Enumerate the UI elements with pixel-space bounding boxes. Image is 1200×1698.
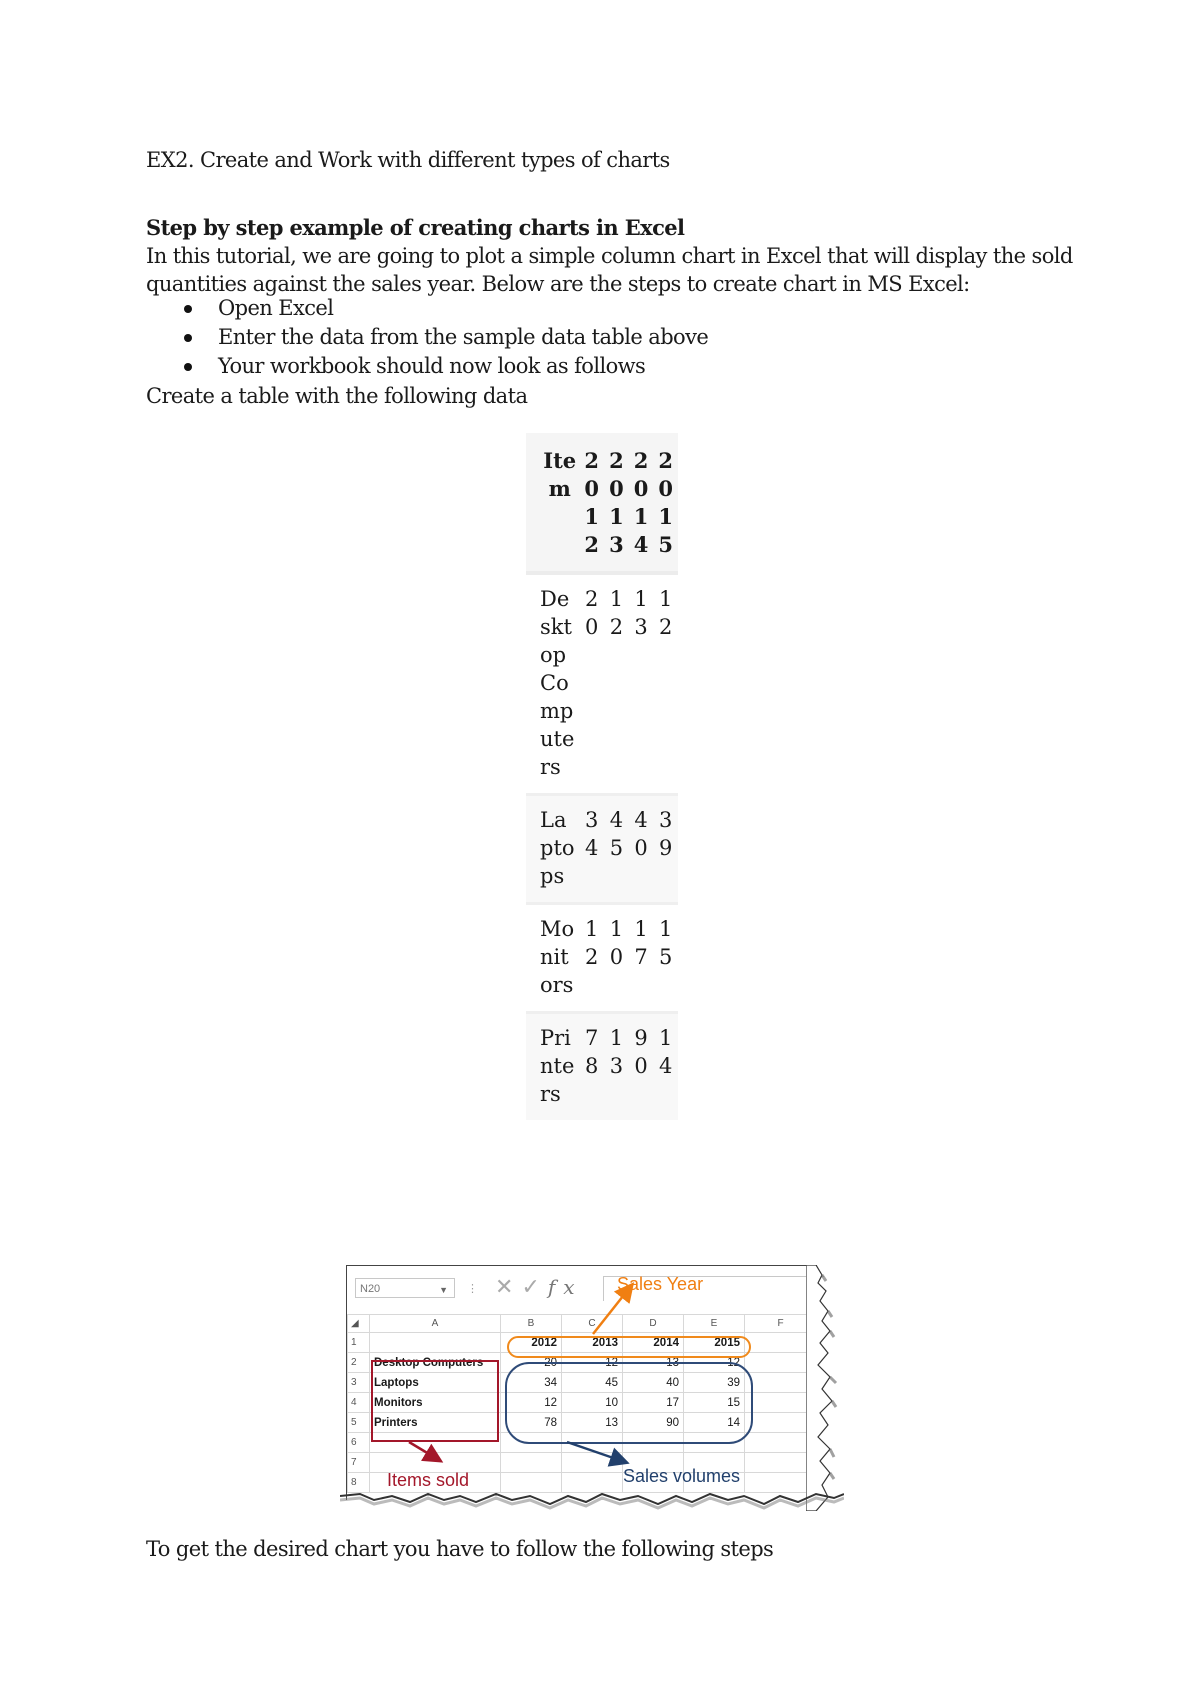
section-heading: Step by step example of creating charts … bbox=[146, 215, 685, 240]
list-item: Your workbook should now look as follows bbox=[146, 352, 708, 381]
sheet-cell bbox=[369, 1332, 501, 1353]
row-number: 1 bbox=[347, 1332, 370, 1353]
list-item: Open Excel bbox=[146, 294, 708, 323]
row-number: 3 bbox=[347, 1372, 370, 1393]
row-number: 5 bbox=[347, 1412, 370, 1433]
torn-edge-bottom bbox=[340, 1492, 844, 1510]
cancel-x-icon: ✕ bbox=[495, 1274, 522, 1299]
toolbar-separator-icon: ⋮ bbox=[467, 1283, 478, 1295]
document-title: EX2. Create and Work with different type… bbox=[146, 148, 670, 172]
cell-value: 13 bbox=[609, 1026, 624, 1078]
column-header: E bbox=[683, 1314, 745, 1333]
name-box-value: N20 bbox=[360, 1283, 381, 1295]
header-cell-item: Item bbox=[543, 448, 577, 501]
table-row: Laptops 34 45 40 39 bbox=[526, 796, 678, 905]
sheet-cell bbox=[561, 1452, 623, 1473]
cell-value: 45 bbox=[609, 808, 624, 860]
items-sold-label: Items sold bbox=[387, 1470, 470, 1490]
cell-value: 40 bbox=[634, 808, 648, 860]
torn-edge-right bbox=[806, 1265, 838, 1511]
list-item-text: Your workbook should now look as follows bbox=[218, 354, 646, 378]
cell-item: Desktop Computers bbox=[540, 587, 575, 779]
closing-paragraph: To get the desired chart you have to fol… bbox=[146, 1537, 774, 1561]
steps-list: Open Excel Enter the data from the sampl… bbox=[146, 294, 709, 381]
header-cell-year: 2015 bbox=[658, 448, 673, 557]
bullet-icon bbox=[184, 363, 192, 371]
column-header: B bbox=[500, 1314, 562, 1333]
table-intro-text: Create a table with the following data bbox=[146, 384, 528, 408]
intro-paragraph-line-1: In this tutorial, we are going to plot a… bbox=[146, 244, 1073, 268]
row-number: 2 bbox=[347, 1352, 370, 1373]
column-header: D bbox=[622, 1314, 684, 1333]
table-row: Desktop Computers 20 12 13 12 bbox=[526, 575, 678, 796]
header-cell-year: 2014 bbox=[633, 448, 649, 557]
items-sold-highlight-box bbox=[371, 1360, 499, 1442]
sales-volumes-label: Sales volumes bbox=[623, 1466, 741, 1486]
cell-item: Printers bbox=[540, 1026, 575, 1106]
cell-value: 13 bbox=[634, 587, 648, 639]
cell-value: 78 bbox=[585, 1026, 599, 1078]
cell-value: 17 bbox=[634, 917, 648, 969]
header-cell-year: 2013 bbox=[609, 448, 624, 557]
row-number: 6 bbox=[347, 1432, 370, 1453]
table-row: Monitors 12 10 17 15 bbox=[526, 905, 678, 1014]
cell-value: 12 bbox=[658, 587, 673, 639]
sales-year-highlight-oval bbox=[507, 1336, 751, 1358]
row-number: 4 bbox=[347, 1392, 370, 1413]
select-all-corner: ◢ bbox=[347, 1314, 370, 1333]
spreadsheet-screenshot: N20 ▼ ⋮ ✕✓fx ◢ A B C D E F 1 2012 2013 2… bbox=[346, 1265, 824, 1500]
table-header-row: Item 2012 2013 2014 2015 bbox=[526, 433, 678, 575]
cell-value: 34 bbox=[585, 808, 599, 860]
cell-value: 15 bbox=[658, 917, 673, 969]
sheet-cell bbox=[500, 1452, 562, 1473]
column-header-row: ◢ A B C D E F bbox=[347, 1314, 817, 1333]
cell-value: 12 bbox=[609, 587, 624, 639]
data-table: Item 2012 2013 2014 2015 Desktop Compute… bbox=[526, 433, 678, 1120]
row-number: 7 bbox=[347, 1452, 370, 1473]
list-item-text: Enter the data from the sample data tabl… bbox=[218, 325, 709, 349]
name-box: N20 ▼ bbox=[355, 1278, 455, 1298]
formula-bar-icons: ✕✓fx bbox=[495, 1274, 583, 1300]
sales-volumes-highlight-oval bbox=[505, 1362, 753, 1444]
list-item-text: Open Excel bbox=[218, 296, 334, 320]
header-cell-year: 2012 bbox=[584, 448, 600, 557]
bullet-icon bbox=[184, 305, 192, 313]
column-header: C bbox=[561, 1314, 623, 1333]
enter-check-icon: ✓ bbox=[521, 1274, 548, 1299]
cell-item: Monitors bbox=[540, 917, 575, 997]
cell-item: Laptops bbox=[540, 808, 575, 888]
cell-value: 20 bbox=[585, 587, 599, 639]
cell-value: 10 bbox=[609, 917, 624, 969]
list-item: Enter the data from the sample data tabl… bbox=[146, 323, 709, 352]
cell-value: 14 bbox=[658, 1026, 673, 1078]
cell-value: 12 bbox=[585, 917, 599, 969]
column-header: A bbox=[369, 1314, 501, 1333]
cell-value: 39 bbox=[658, 808, 673, 860]
function-fx-icon: fx bbox=[547, 1275, 583, 1299]
sales-year-label: Sales Year bbox=[617, 1274, 704, 1294]
cell-value: 90 bbox=[634, 1026, 648, 1078]
dropdown-caret-icon: ▼ bbox=[439, 1285, 448, 1295]
bullet-icon bbox=[184, 334, 192, 342]
table-row: Printers 78 13 90 14 bbox=[526, 1014, 678, 1120]
